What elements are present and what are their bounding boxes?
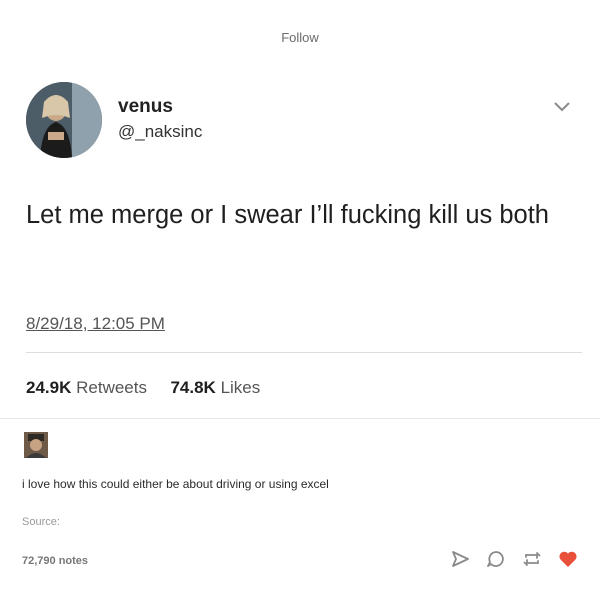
likes-label[interactable]: Likes [221, 378, 261, 397]
reblogger-avatar[interactable] [24, 432, 48, 458]
section-divider [0, 418, 600, 419]
post-comment: i love how this could either be about dr… [22, 477, 329, 491]
retweets-count: 24.9K [26, 378, 72, 397]
tweet-text: Let me merge or I swear I’ll fucking kil… [26, 201, 549, 229]
retweets-label[interactable]: Retweets [76, 378, 147, 397]
post-actions [450, 550, 578, 568]
chevron-down-icon[interactable] [552, 100, 572, 114]
user-handle[interactable]: @_naksinc [118, 122, 202, 142]
follow-link[interactable]: Follow [0, 30, 600, 45]
reblog-icon[interactable] [522, 550, 542, 568]
reply-icon[interactable] [486, 550, 506, 568]
display-name[interactable]: venus [118, 96, 202, 118]
divider [26, 352, 582, 353]
notes-count[interactable]: 72,790 notes [22, 555, 88, 567]
source-link[interactable]: Source: [22, 516, 60, 528]
user-info: venus @_naksinc [118, 96, 202, 142]
tweet-timestamp[interactable]: 8/29/18, 12:05 PM [26, 314, 165, 334]
share-icon[interactable] [450, 550, 470, 568]
likes-count: 74.8K [170, 378, 216, 397]
user-avatar[interactable] [26, 82, 102, 158]
heart-icon[interactable] [558, 550, 578, 568]
tweet-stats: 24.9K Retweets 74.8K Likes [26, 378, 260, 398]
